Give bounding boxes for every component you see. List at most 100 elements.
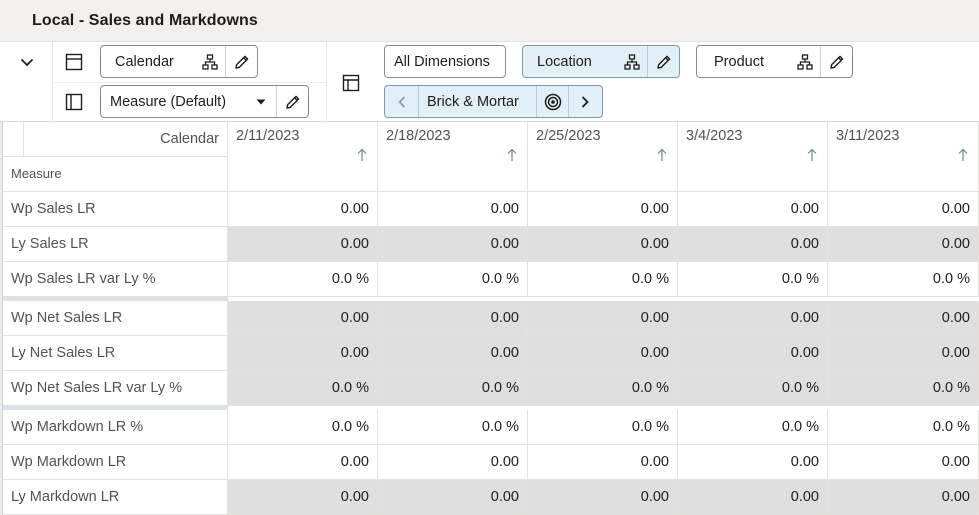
- grid-cell[interactable]: 0.00: [828, 301, 979, 336]
- grid-cell[interactable]: 0.00: [828, 192, 979, 227]
- grid-cell[interactable]: 0.00: [228, 192, 378, 227]
- column-header[interactable]: 2/18/2023: [378, 122, 528, 192]
- grid-cell[interactable]: 0.00: [228, 301, 378, 336]
- grid-cell[interactable]: 0.00: [678, 301, 828, 336]
- column-header-label: 2/11/2023: [236, 128, 300, 144]
- row-header[interactable]: Ly Markdown LR: [3, 480, 228, 515]
- row-header[interactable]: Wp Net Sales LR var Ly %: [3, 371, 228, 406]
- hierarchy-icon[interactable]: [616, 46, 648, 77]
- row-header[interactable]: Wp Sales LR: [3, 192, 228, 227]
- grid-cell-value: 0.0 %: [631, 419, 669, 435]
- grid-cell[interactable]: 0.0 %: [378, 371, 528, 406]
- grid-cell[interactable]: 0.00: [678, 192, 828, 227]
- grid-cell[interactable]: 0.00: [228, 445, 378, 480]
- grid-cell[interactable]: 0.00: [828, 445, 979, 480]
- view-title-bar: Local - Sales and Markdowns: [0, 0, 979, 42]
- measure-dimension-label: Measure (Default): [110, 93, 227, 110]
- grid-cell[interactable]: 0.00: [528, 227, 678, 262]
- location-dimension-tile[interactable]: Location: [522, 45, 680, 78]
- chevron-left-icon[interactable]: [385, 86, 418, 117]
- grid-cell[interactable]: 0.00: [678, 336, 828, 371]
- grid-cell[interactable]: 0.00: [228, 336, 378, 371]
- row-header[interactable]: Wp Sales LR var Ly %: [3, 262, 228, 297]
- grid-cell-value: 0.00: [941, 236, 970, 252]
- grid-cell[interactable]: 0.00: [378, 445, 528, 480]
- row-header-label: Wp Sales LR var Ly %: [11, 271, 156, 287]
- grid-cell[interactable]: 0.00: [528, 445, 678, 480]
- arrow-up-icon[interactable]: [657, 148, 667, 166]
- grid-cell-value: 0.0 %: [481, 380, 519, 396]
- grid-cell[interactable]: 0.00: [528, 192, 678, 227]
- column-header-label: 2/18/2023: [386, 128, 451, 144]
- chevron-right-icon[interactable]: [568, 86, 600, 117]
- calendar-dimension-tile[interactable]: Calendar: [100, 45, 258, 78]
- location-page-selector[interactable]: Brick & Mortar: [384, 85, 603, 118]
- grid-cell-value: 0.0 %: [331, 380, 369, 396]
- measure-dimension-tile[interactable]: Measure (Default): [100, 85, 309, 118]
- hierarchy-icon[interactable]: [789, 46, 821, 77]
- pencil-icon[interactable]: [276, 86, 308, 117]
- grid-cell[interactable]: 0.0 %: [678, 262, 828, 297]
- pencil-icon[interactable]: [225, 46, 257, 77]
- all-dimensions-button[interactable]: All Dimensions: [384, 45, 506, 78]
- grid-cell[interactable]: 0.0 %: [378, 262, 528, 297]
- grid-cell[interactable]: 0.00: [228, 227, 378, 262]
- grid-cell[interactable]: 0.00: [378, 192, 528, 227]
- grid-cell[interactable]: 0.00: [378, 301, 528, 336]
- grid-cell[interactable]: 0.0 %: [528, 262, 678, 297]
- column-layout-icon[interactable]: [63, 51, 85, 73]
- column-header[interactable]: 2/11/2023: [228, 122, 378, 192]
- grid-cell[interactable]: 0.00: [378, 336, 528, 371]
- grid-cell[interactable]: 0.00: [678, 227, 828, 262]
- grid-cell[interactable]: 0.0 %: [678, 371, 828, 406]
- grid-cell-value: 0.00: [490, 454, 519, 470]
- product-dimension-label: Product: [714, 53, 764, 70]
- grid-cell[interactable]: 0.0 %: [228, 262, 378, 297]
- column-header[interactable]: 2/25/2023: [528, 122, 678, 192]
- arrow-up-icon[interactable]: [507, 148, 517, 166]
- page-layout-icon[interactable]: [340, 72, 362, 94]
- grid-cell[interactable]: 0.0 %: [528, 371, 678, 406]
- arrow-up-icon[interactable]: [958, 148, 968, 166]
- grid-cell[interactable]: 0.0 %: [828, 262, 979, 297]
- chevron-down-icon[interactable]: [16, 52, 38, 72]
- grid-cell[interactable]: 0.00: [678, 480, 828, 515]
- row-header[interactable]: Wp Markdown LR %: [3, 410, 228, 445]
- grid-cell-value: 0.00: [941, 454, 970, 470]
- grid-cell[interactable]: 0.00: [378, 480, 528, 515]
- pencil-icon[interactable]: [820, 46, 852, 77]
- column-header[interactable]: 3/11/2023: [828, 122, 979, 192]
- row-header[interactable]: Ly Sales LR: [3, 227, 228, 262]
- hierarchy-icon[interactable]: [194, 46, 226, 77]
- arrow-up-icon[interactable]: [357, 148, 367, 166]
- column-header[interactable]: 3/4/2023: [678, 122, 828, 192]
- row-header-label: Ly Sales LR: [11, 236, 89, 252]
- grid-cell[interactable]: 0.0 %: [828, 371, 979, 406]
- row-header[interactable]: Wp Net Sales LR: [3, 301, 228, 336]
- grid-cell[interactable]: 0.0 %: [378, 410, 528, 445]
- row-layout-icon[interactable]: [63, 91, 85, 113]
- target-icon[interactable]: [536, 86, 568, 117]
- grid-cell[interactable]: 0.0 %: [678, 410, 828, 445]
- grid-cell[interactable]: 0.00: [678, 445, 828, 480]
- grid-cell[interactable]: 0.00: [528, 301, 678, 336]
- grid-cell[interactable]: 0.00: [828, 227, 979, 262]
- grid-cell[interactable]: 0.00: [828, 336, 979, 371]
- grid-cell[interactable]: 0.0 %: [528, 410, 678, 445]
- grid-cell[interactable]: 0.0 %: [228, 410, 378, 445]
- pencil-icon[interactable]: [647, 46, 679, 77]
- row-header[interactable]: Wp Markdown LR: [3, 445, 228, 480]
- grid-cell[interactable]: 0.00: [528, 480, 678, 515]
- row-header[interactable]: Ly Net Sales LR: [3, 336, 228, 371]
- grid-cell[interactable]: 0.0 %: [828, 410, 979, 445]
- product-dimension-tile[interactable]: Product: [696, 45, 853, 78]
- caret-down-icon[interactable]: [245, 86, 277, 117]
- grid-cell[interactable]: 0.00: [228, 480, 378, 515]
- grid-cell-value: 0.00: [790, 489, 819, 505]
- grid-cell[interactable]: 0.0 %: [228, 371, 378, 406]
- grid-cell[interactable]: 0.00: [378, 227, 528, 262]
- grid-cell-value: 0.00: [490, 345, 519, 361]
- arrow-up-icon[interactable]: [807, 148, 817, 166]
- grid-cell[interactable]: 0.00: [528, 336, 678, 371]
- grid-cell[interactable]: 0.00: [828, 480, 979, 515]
